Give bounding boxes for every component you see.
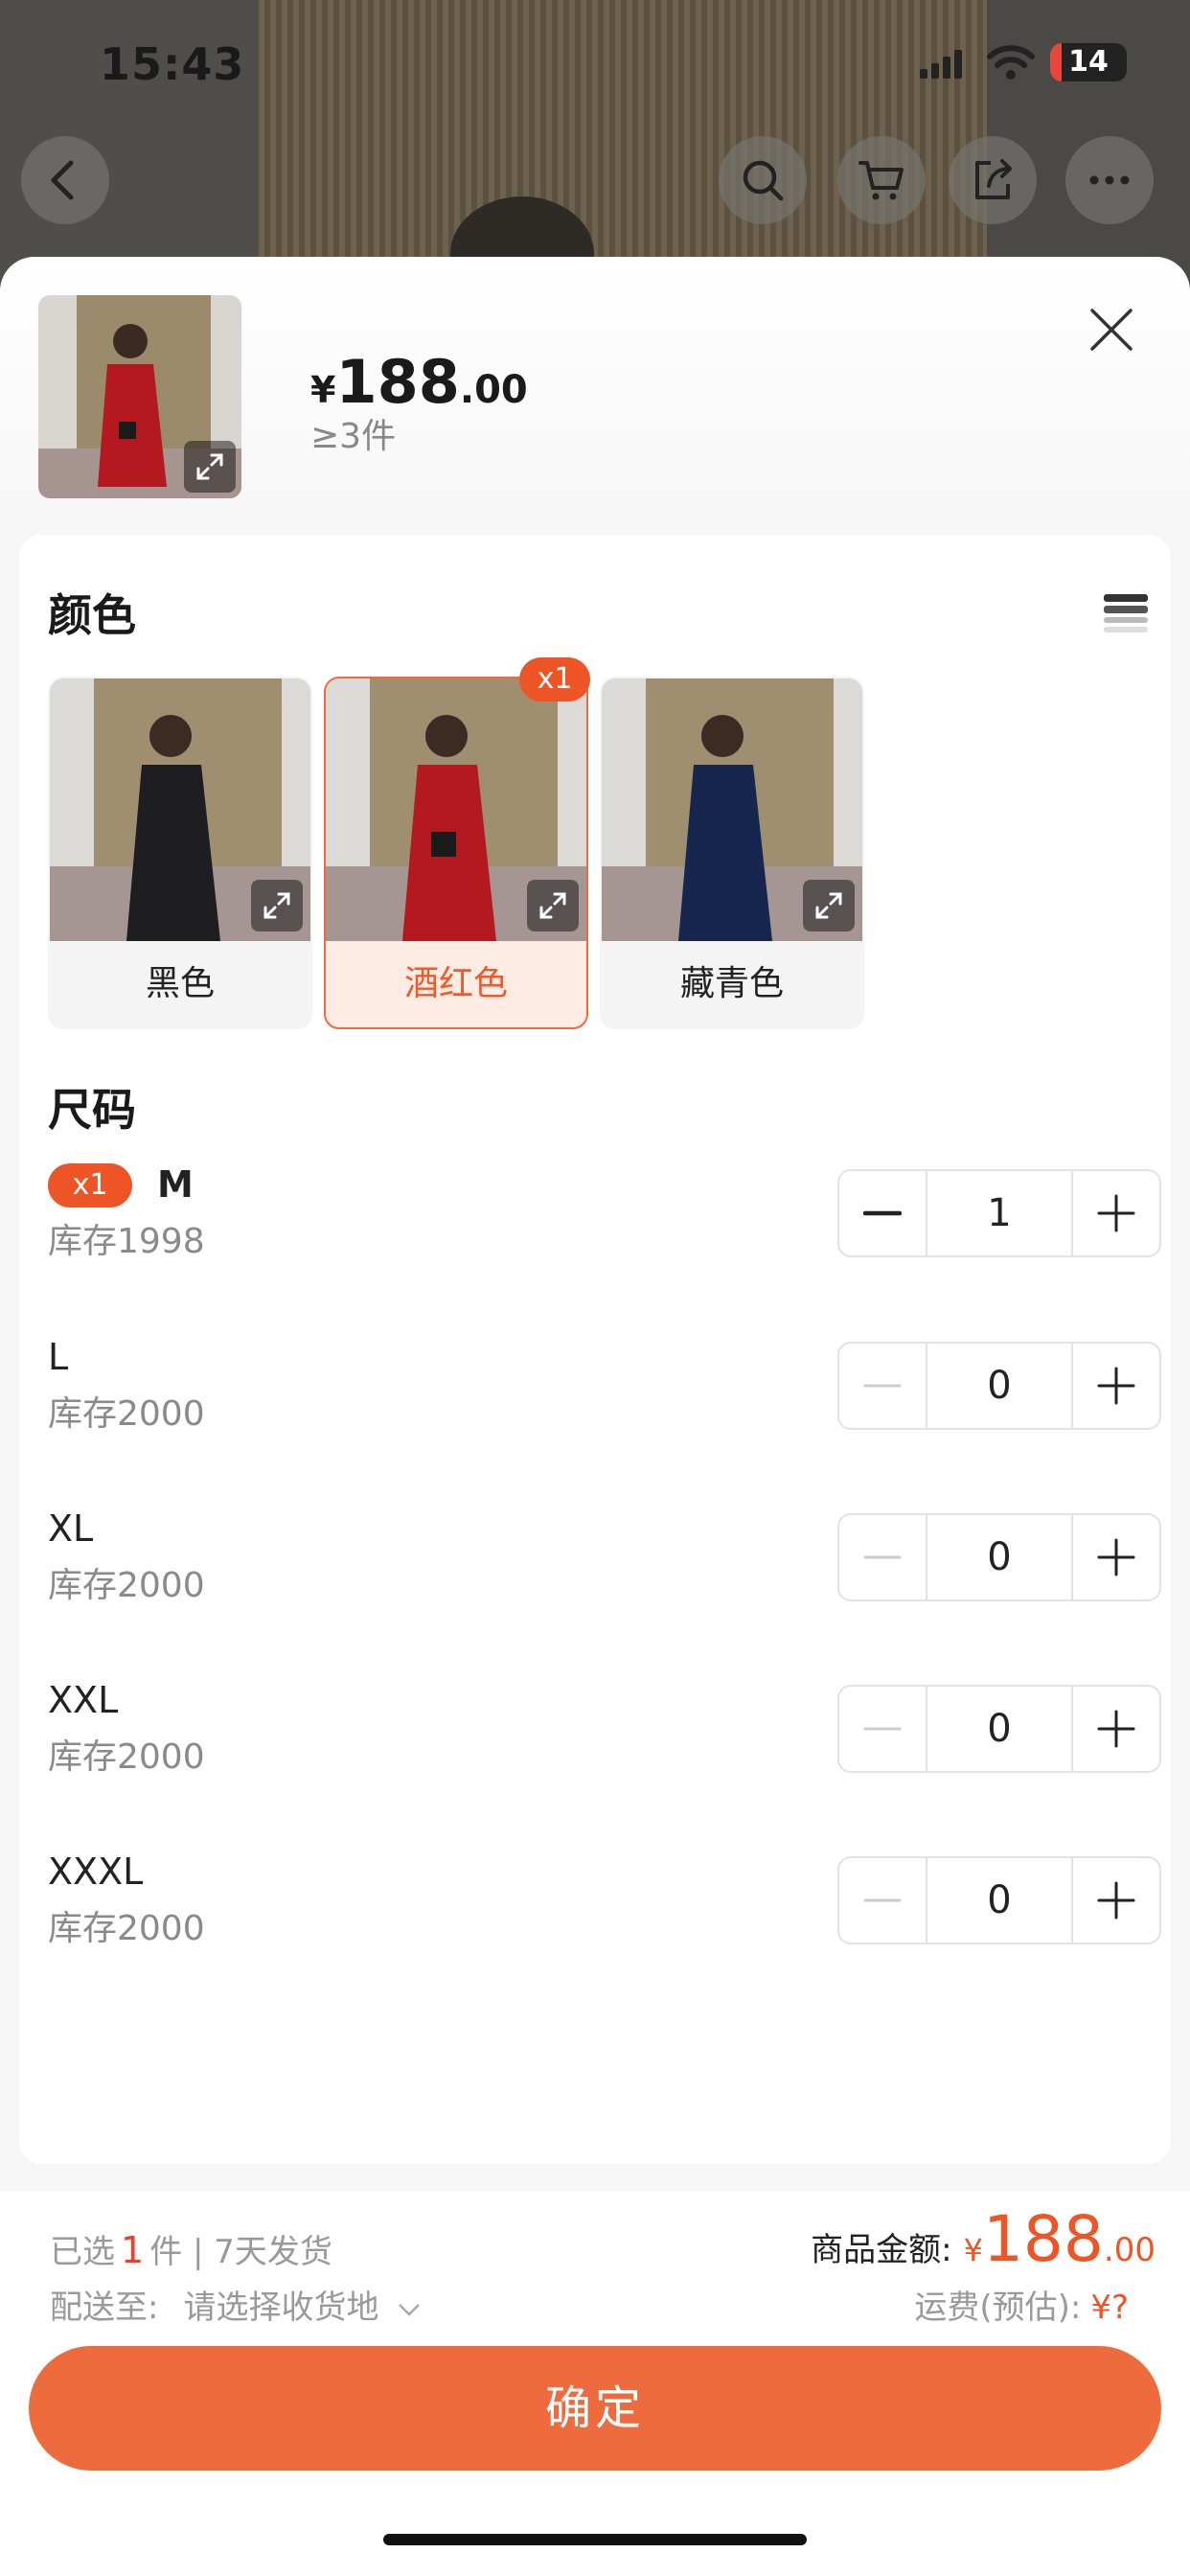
selection-summary: 已选 1 件 | 7天发货 xyxy=(50,2229,332,2271)
product-thumbnail[interactable] xyxy=(38,295,241,498)
selected-count-badge: x1 xyxy=(519,657,590,702)
expand-image-button[interactable] xyxy=(184,441,236,493)
size-name: M xyxy=(157,1163,194,1206)
expand-icon xyxy=(815,892,842,919)
plus-icon xyxy=(1097,1710,1135,1748)
minus-icon xyxy=(863,1384,902,1388)
minus-icon xyxy=(863,1898,902,1902)
increment-button[interactable] xyxy=(1073,1344,1159,1428)
freight-estimate: 运费(预估): ¥? xyxy=(914,2288,1129,2327)
minus-icon xyxy=(863,1727,902,1731)
color-option-black[interactable]: 黑色 xyxy=(48,677,312,1029)
confirm-button[interactable]: 确定 xyxy=(29,2346,1161,2471)
share-icon xyxy=(975,159,1012,199)
more-button[interactable] xyxy=(1065,136,1154,224)
status-time: 15:43 xyxy=(100,38,245,90)
chevron-down-icon xyxy=(399,2304,421,2316)
cart-button[interactable] xyxy=(837,136,926,224)
size-row-xxxl: XXXL 库存2000 0 xyxy=(48,1851,1161,1985)
increment-button[interactable] xyxy=(1073,1687,1159,1771)
quantity-stepper: 0 xyxy=(837,1856,1161,1944)
product-amount: 商品金额: ¥188.00 xyxy=(811,2202,1156,2276)
more-icon xyxy=(1089,175,1130,185)
plus-icon xyxy=(1097,1367,1135,1405)
increment-button[interactable] xyxy=(1073,1515,1159,1599)
size-stock: 库存2000 xyxy=(48,1909,205,1948)
increment-button[interactable] xyxy=(1073,1171,1159,1255)
expand-icon xyxy=(539,892,566,919)
close-icon[interactable] xyxy=(1085,303,1138,356)
expand-icon xyxy=(263,892,290,919)
decrement-button[interactable] xyxy=(839,1171,926,1255)
size-section-title: 尺码 xyxy=(48,1084,136,1136)
quantity-stepper: 0 xyxy=(837,1685,1161,1773)
plus-icon xyxy=(1097,1538,1135,1576)
size-stock: 库存2000 xyxy=(48,1394,205,1434)
minus-icon xyxy=(863,1555,902,1559)
size-stock: 库存2000 xyxy=(48,1566,205,1605)
size-row-l: L 库存2000 0 xyxy=(48,1336,1161,1470)
decrement-button[interactable] xyxy=(839,1687,926,1771)
quantity-value[interactable]: 1 xyxy=(926,1171,1073,1255)
shipping-destination[interactable]: 配送至: 请选择收货地 xyxy=(50,2281,422,2328)
options-card: 颜色 黑色 酒红色 x1 藏青色 尺码 x1 M 库存1998 1 L 库存20… xyxy=(19,535,1171,2164)
search-button[interactable] xyxy=(719,136,807,224)
cart-icon xyxy=(858,161,904,200)
search-icon xyxy=(743,160,784,201)
quantity-value[interactable]: 0 xyxy=(926,1687,1073,1771)
cellular-signal-icon xyxy=(920,50,962,79)
color-option-label: 藏青色 xyxy=(679,964,784,1003)
size-count-badge: x1 xyxy=(48,1163,132,1208)
order-footer: 已选 1 件 | 7天发货 配送至: 请选择收货地 商品金额: ¥188.00 运费(… xyxy=(0,2191,1190,2576)
quantity-value[interactable]: 0 xyxy=(926,1515,1073,1599)
chevron-left-icon xyxy=(51,160,74,200)
quantity-value[interactable]: 0 xyxy=(926,1344,1073,1428)
decrement-button[interactable] xyxy=(839,1858,926,1943)
color-section-title: 颜色 xyxy=(48,589,136,641)
selected-count: 1 xyxy=(121,2229,145,2271)
quantity-stepper: 0 xyxy=(837,1513,1161,1601)
size-name: XXXL xyxy=(48,1851,144,1893)
quantity-stepper: 1 xyxy=(837,1169,1161,1257)
expand-image-button[interactable] xyxy=(251,880,303,932)
quantity-stepper: 0 xyxy=(837,1342,1161,1430)
list-view-icon[interactable] xyxy=(1102,590,1150,638)
size-name: XXL xyxy=(48,1679,119,1721)
decrement-button[interactable] xyxy=(839,1344,926,1428)
expand-icon xyxy=(196,453,223,480)
back-button[interactable] xyxy=(21,136,109,224)
home-indicator xyxy=(383,2534,807,2545)
minus-icon xyxy=(863,1210,902,1216)
plus-icon xyxy=(1097,1194,1135,1232)
size-stock: 库存1998 xyxy=(48,1222,205,1261)
color-option-label: 酒红色 xyxy=(403,964,508,1003)
color-option-navy[interactable]: 藏青色 xyxy=(600,677,864,1029)
unit-price: ¥188.00 xyxy=(310,347,528,417)
size-row-xxl: XXL 库存2000 0 xyxy=(48,1679,1161,1813)
size-name: XL xyxy=(48,1507,94,1550)
size-row-m: x1 M 库存1998 1 xyxy=(48,1163,1161,1298)
decrement-button[interactable] xyxy=(839,1515,926,1599)
sheet-header: ¥188.00 ≥3件 xyxy=(0,257,1190,535)
share-button[interactable] xyxy=(949,136,1037,224)
size-stock: 库存2000 xyxy=(48,1737,205,1777)
expand-image-button[interactable] xyxy=(803,880,855,932)
status-bar: 15:43 14 xyxy=(0,0,1190,134)
color-option-label: 黑色 xyxy=(145,964,215,1003)
plus-icon xyxy=(1097,1881,1135,1920)
increment-button[interactable] xyxy=(1073,1858,1159,1943)
address-selector[interactable]: 请选择收货地 xyxy=(183,2288,378,2327)
wifi-icon xyxy=(987,45,1035,80)
quantity-value[interactable]: 0 xyxy=(926,1858,1073,1943)
color-option-wine-red[interactable]: 酒红色 x1 xyxy=(324,657,590,1029)
battery-indicator: 14 xyxy=(1050,43,1127,81)
size-name: L xyxy=(48,1336,69,1378)
expand-image-button[interactable] xyxy=(527,880,579,932)
minimum-order: ≥3件 xyxy=(310,417,397,456)
size-row-xl: XL 库存2000 0 xyxy=(48,1507,1161,1642)
